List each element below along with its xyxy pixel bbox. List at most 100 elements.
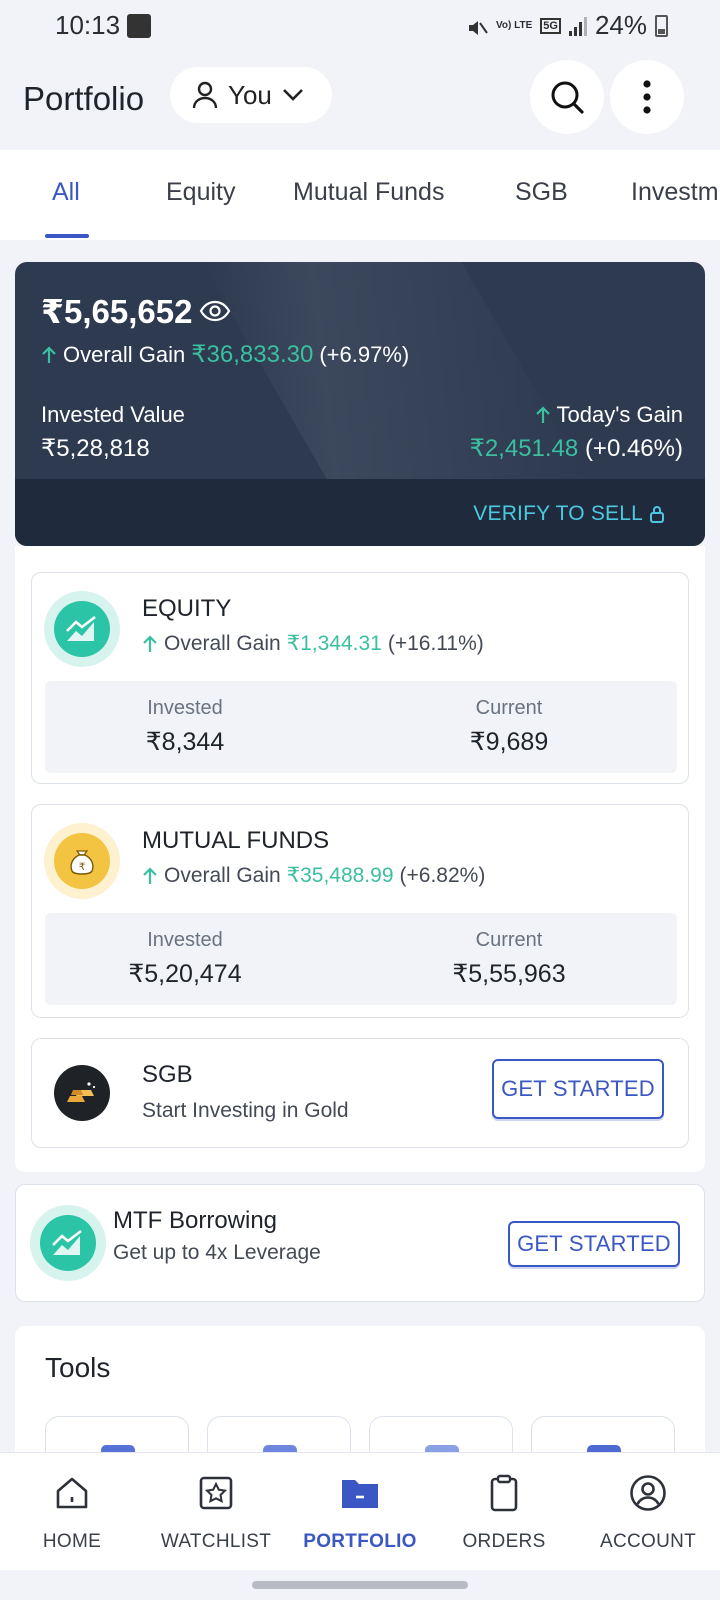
nav-orders[interactable]: ORDERS [432,1453,576,1571]
page-title: Portfolio [23,80,145,117]
portfolio-icon [340,1473,380,1513]
holding-values-box: Invested ₹5,20,474 Current ₹5,55,963 [45,913,677,1005]
todays-gain-row: ₹2,451.48 (+0.46%) [470,434,683,463]
nav-portfolio[interactable]: PORTFOLIO [288,1453,432,1571]
portfolio-tabs: All Equity Mutual Funds SGB Investm [0,150,720,240]
invested-value: ₹5,28,818 [41,435,150,462]
tools-title: Tools [45,1352,111,1383]
chevron-down-icon [282,89,303,101]
overall-gain-label: Overall Gain [63,341,186,367]
portfolio-summary-card: ₹5,65,652 Overall Gain ₹36,833.30 (+6.97… [15,262,705,546]
todays-gain-label: Today's Gain [556,402,684,427]
search-button[interactable] [530,60,604,134]
invested-label: Invested [147,697,223,719]
arrow-up-icon [42,345,56,363]
invested-amount: ₹5,20,474 [128,960,242,988]
todays-gain-value: ₹2,451.48 [469,435,579,462]
nav-label: PORTFOLIO [303,1531,417,1552]
money-bag-icon: ₹ [54,833,110,889]
mtf-borrowing-card: MTF Borrowing Get up to 4x Leverage GET … [15,1184,705,1302]
nav-label: WATCHLIST [160,1531,272,1552]
eye-icon[interactable] [199,300,231,327]
equity-holding-card[interactable]: EQUITY Overall Gain ₹1,344.31 (+16.11%) … [31,572,689,784]
current-amount: ₹5,55,963 [452,960,566,988]
tab-mutual-funds[interactable]: Mutual Funds [293,178,444,207]
battery-percent: 24% [594,10,647,40]
nav-account[interactable]: ACCOUNT [576,1453,720,1571]
holdings-section: EQUITY Overall Gain ₹1,344.31 (+16.11%) … [15,546,705,1172]
mtf-title: MTF Borrowing [113,1207,278,1234]
current-amount: ₹9,689 [469,728,549,756]
status-icons: Vo) LTE 5G 24% [466,10,668,41]
arrow-up-icon [535,406,550,423]
home-icon [54,1473,90,1513]
mtf-subtitle: Get up to 4x Leverage [113,1241,321,1264]
nav-label: ACCOUNT [599,1531,697,1552]
invested-label: Invested [147,929,223,951]
sgb-get-started-button[interactable]: GET STARTED [492,1059,664,1119]
verify-to-sell-button[interactable]: VERIFY TO SELL [473,502,665,526]
invested-value-label: Invested Value [41,402,185,427]
sgb-subtitle: Start Investing in Gold [142,1099,349,1122]
holding-gain-value: ₹1,344.31 [286,632,382,655]
status-bar: 10:13 Vo) LTE 5G 24% [0,0,720,52]
lock-icon [650,506,664,523]
invested-amount: ₹8,344 [145,728,225,756]
notification-icon [127,14,151,38]
more-vertical-icon [643,80,651,114]
tab-sgb[interactable]: SGB [515,178,568,207]
account-icon [629,1473,667,1513]
app-header: Portfolio You [0,52,720,148]
tools-section: Tools [15,1326,705,1466]
active-tab-indicator [45,234,89,238]
total-value: ₹5,65,652 [41,293,193,330]
holding-values-box: Invested ₹8,344 Current ₹9,689 [45,681,677,773]
holding-gain-label: Overall Gain [164,863,281,887]
mutual-funds-holding-card[interactable]: ₹ MUTUAL FUNDS Overall Gain ₹35,488.99 (… [31,804,689,1018]
sgb-title: SGB [142,1061,193,1088]
nav-label: ORDERS [462,1531,546,1552]
nav-watchlist[interactable]: WATCHLIST [144,1453,288,1571]
holding-gain-percent: (+16.11%) [387,631,484,655]
tab-investments[interactable]: Investm [631,178,719,207]
todays-gain-label-row: Today's Gain [535,402,684,428]
mtf-get-started-button[interactable]: GET STARTED [508,1221,680,1267]
current-label: Current [475,929,543,951]
holding-name: MUTUAL FUNDS [142,827,330,854]
status-time: 10:13 [55,10,121,40]
svg-text:₹: ₹ [79,862,85,873]
todays-gain-percent: (+0.46%) [584,435,683,462]
nav-label: HOME [42,1531,102,1552]
watchlist-icon [198,1473,234,1513]
battery-icon [655,14,668,37]
signal-icon [568,16,587,36]
arrow-up-icon [143,634,157,652]
search-icon [551,81,584,114]
user-icon [192,81,218,109]
mtf-chart-icon [40,1215,96,1271]
holding-gain-value: ₹35,488.99 [286,864,394,887]
mute-icon [466,15,488,37]
network-type-icon: 5G [540,17,561,34]
sgb-card: SGB Start Investing in Gold GET STARTED [31,1038,689,1148]
holding-gain-row: Overall Gain ₹35,488.99 (+6.82%) [142,863,485,888]
more-options-button[interactable] [610,60,684,134]
holding-gain-percent: (+6.82%) [399,863,486,887]
holding-name: EQUITY [142,595,232,622]
verify-to-sell-label: VERIFY TO SELL [473,502,643,525]
holding-gain-row: Overall Gain ₹1,344.31 (+16.11%) [142,631,484,656]
holding-gain-label: Overall Gain [164,631,281,655]
profile-selector[interactable]: You [170,67,332,123]
profile-label: You [228,79,272,110]
gold-bars-icon [54,1065,110,1121]
orders-icon [489,1473,519,1513]
gesture-bar[interactable] [252,1581,468,1589]
bottom-navigation: HOME WATCHLIST PORTFOLIO ORDERS ACCOUNT [0,1452,720,1570]
overall-gain-value: ₹36,833.30 [191,341,314,368]
tab-all[interactable]: All [52,178,80,207]
arrow-up-icon [143,866,157,884]
overall-gain-row: Overall Gain ₹36,833.30 (+6.97%) [41,340,409,369]
nav-home[interactable]: HOME [0,1453,144,1571]
current-label: Current [475,697,543,719]
tab-equity[interactable]: Equity [166,178,235,207]
